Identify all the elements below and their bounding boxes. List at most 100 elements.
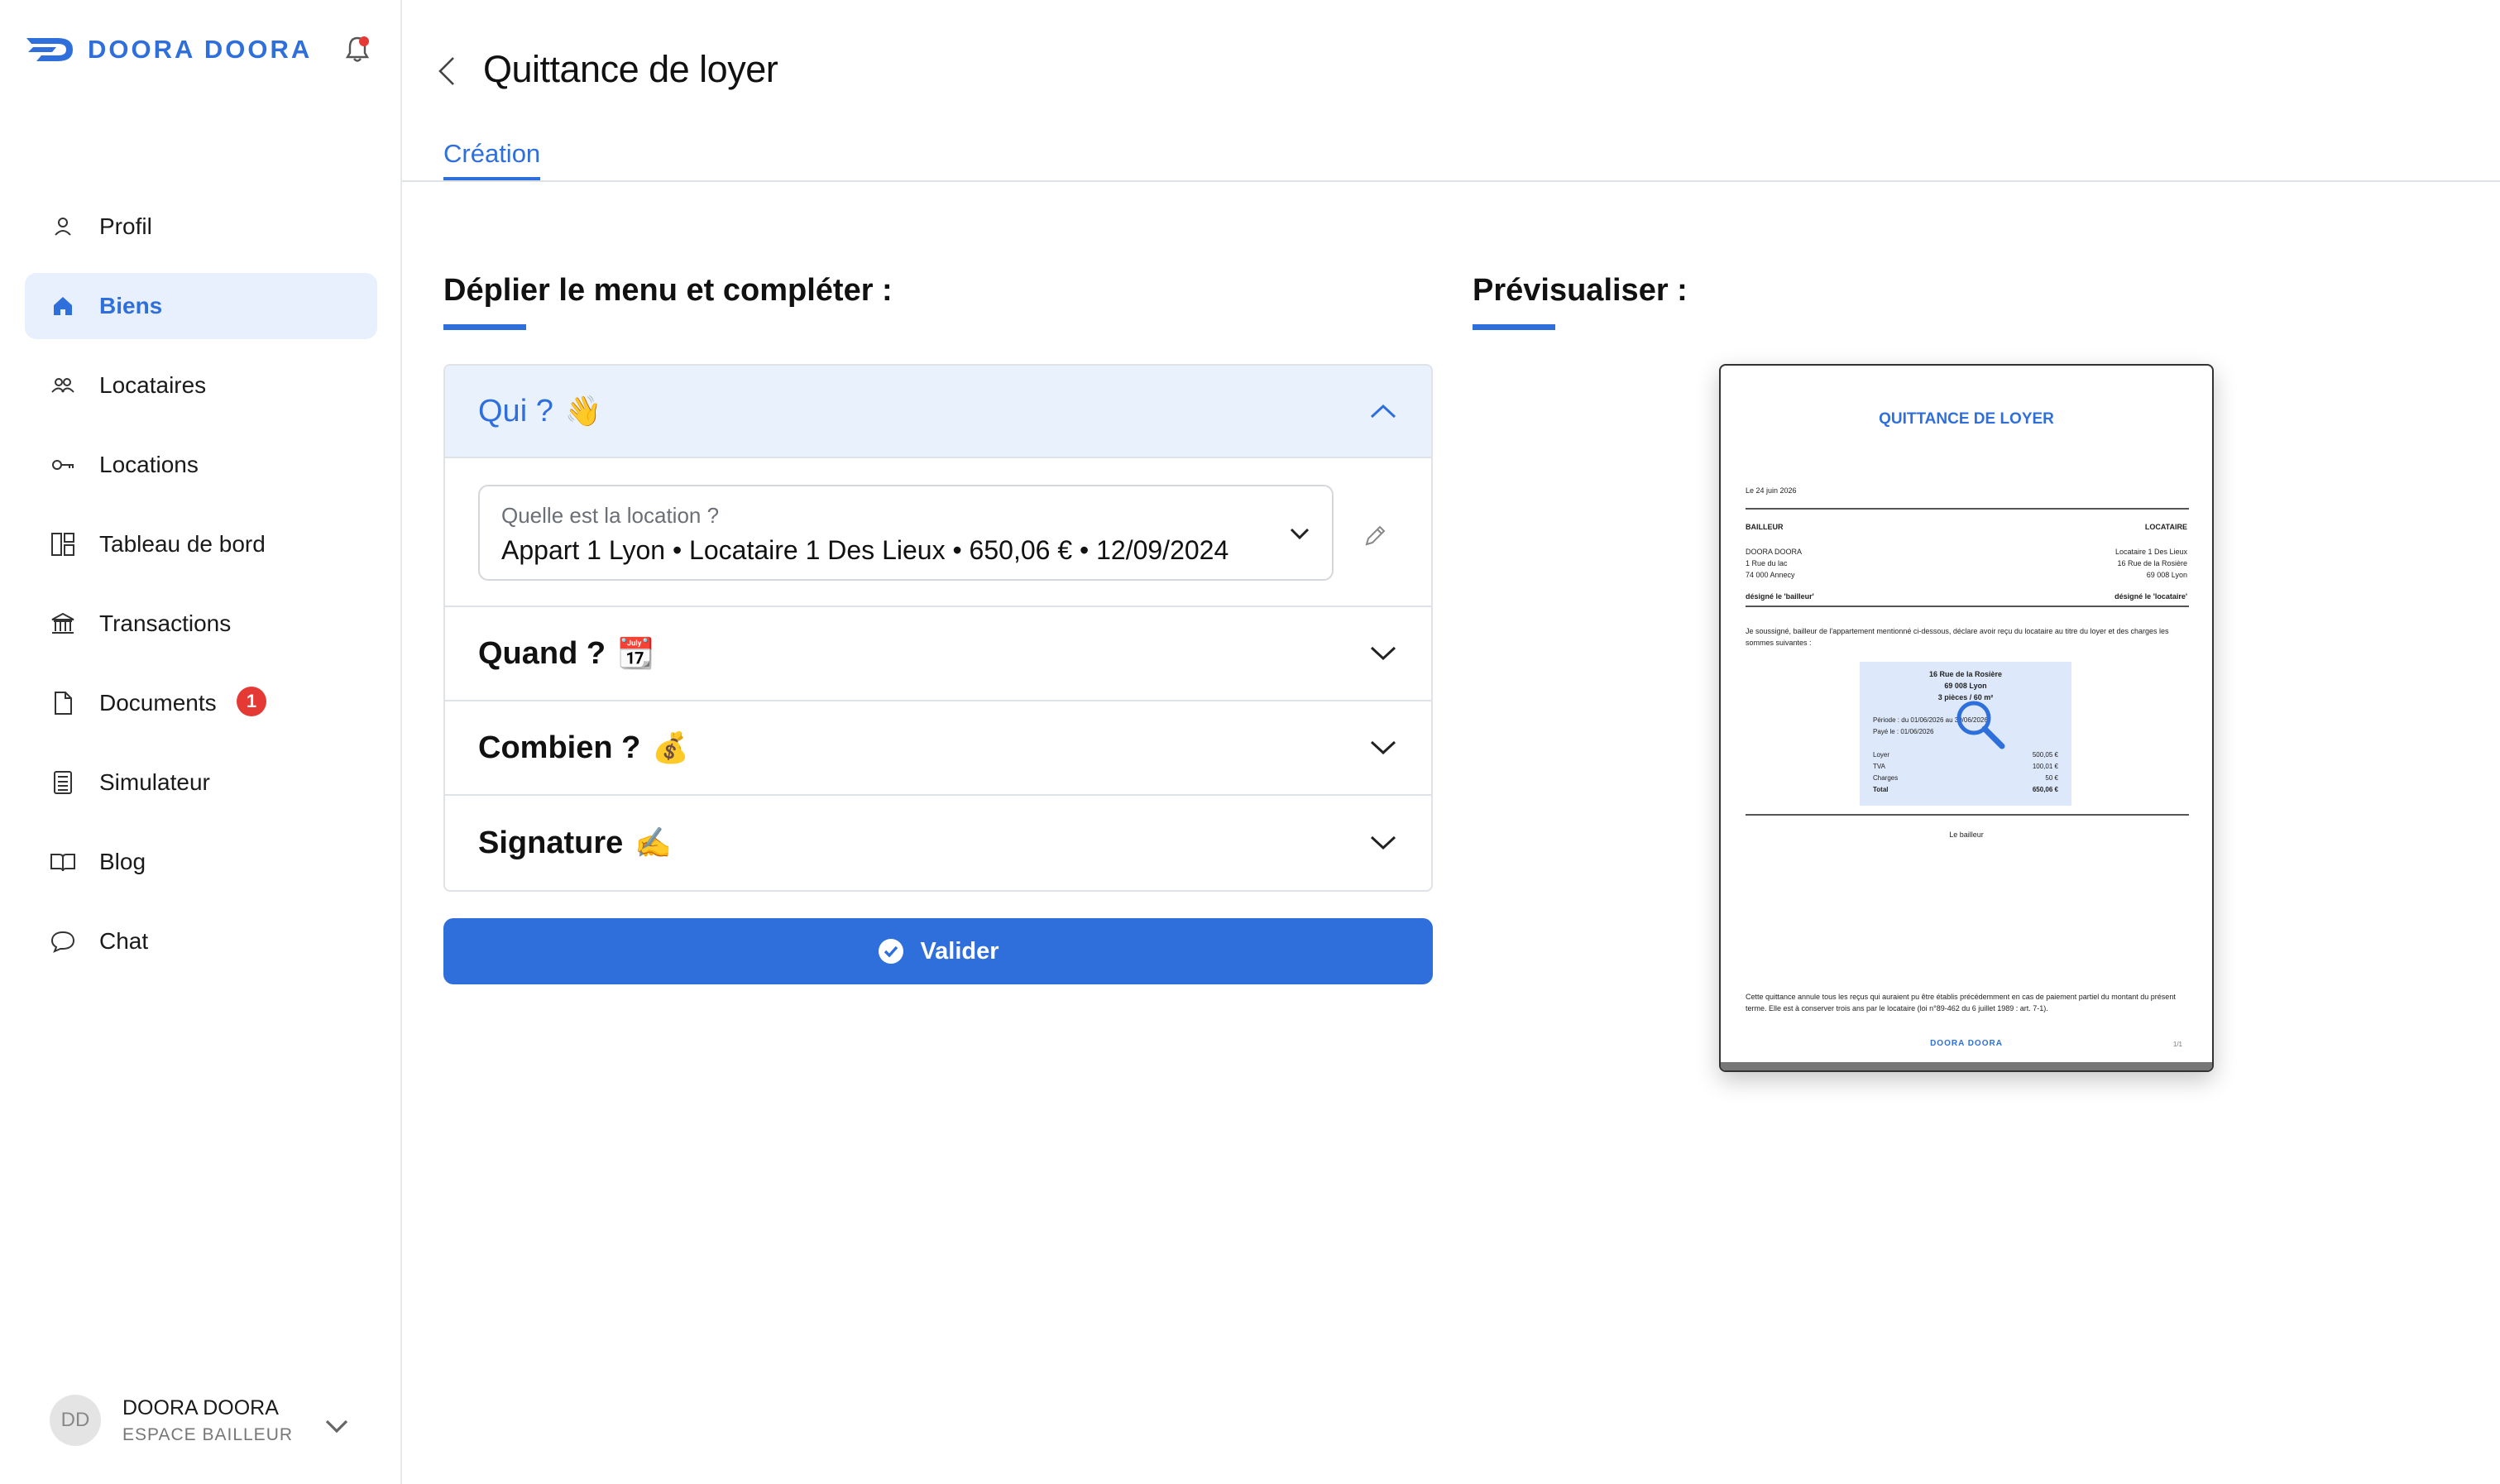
receipt-page-number: 1/1 [2172, 1041, 2182, 1048]
tab-bar: Création [402, 131, 2500, 182]
locataire-line: 16 Rue de la Rosière [2117, 559, 2187, 567]
chat-icon [48, 926, 78, 956]
amount-value: 650,06 € [2032, 786, 2058, 793]
sidebar: DOORA DOORA Profil Biens Locataires Loca… [0, 0, 402, 1484]
divider [1746, 814, 2189, 816]
sidebar-item-blog[interactable]: Blog [25, 829, 377, 895]
chevron-down-icon[interactable] [1368, 644, 1398, 663]
back-arrow-icon[interactable] [433, 53, 460, 89]
chevron-down-icon[interactable] [1368, 738, 1398, 758]
amount-value: 100,01 € [2032, 763, 2058, 770]
chevron-down-icon [1290, 528, 1310, 540]
form-accordion: Qui ? 👋 Quelle est la location ? Appart … [443, 364, 1433, 892]
sidebar-item-label: Documents [99, 690, 217, 716]
brand-name: DOORA DOORA [88, 35, 313, 64]
sidebar-item-label: Transactions [99, 610, 232, 636]
accordion-label: Quand ? [478, 635, 606, 671]
accordion-qui-body: Quelle est la location ? Appart 1 Lyon •… [445, 458, 1431, 607]
sidebar-item-label: Locataires [99, 372, 207, 398]
locataire-line: Locataire 1 Des Lieux [2114, 548, 2187, 556]
accordion-label: Signature [478, 825, 624, 860]
preview-section-underline [1473, 324, 1555, 330]
notification-bell-icon[interactable] [341, 33, 374, 66]
sidebar-item-locataires[interactable]: Locataires [25, 352, 377, 419]
amount-value: 50 € [2045, 774, 2058, 782]
sidebar-item-profil[interactable]: Profil [25, 194, 377, 260]
amount-label: Total [1873, 786, 1889, 793]
bailleur-line: 1 Rue du lac [1746, 559, 1788, 567]
location-select-label: Quelle est la location ? [501, 503, 720, 528]
user-role: ESPACE BAILLEUR [122, 1424, 294, 1444]
key-icon [48, 450, 78, 480]
accordion-qui[interactable]: Qui ? 👋 [445, 366, 1431, 458]
sidebar-item-locations[interactable]: Locations [25, 432, 377, 498]
sidebar-item-label: Chat [99, 928, 149, 954]
validate-button-label: Valider [920, 937, 999, 965]
sidebar-item-label: Simulateur [99, 769, 210, 795]
sidebar-item-label: Blog [99, 849, 146, 874]
brand[interactable]: DOORA DOORA [25, 33, 312, 66]
receipt-preview[interactable]: QUITTANCE DE LOYER Le 24 juin 2026 BAILL… [1719, 364, 2214, 1072]
accordion-signature[interactable]: Signature ✍️ [445, 796, 1431, 890]
bailleur-designation: désigné le 'bailleur' [1746, 592, 1814, 601]
bailleur-heading: BAILLEUR [1746, 523, 1784, 531]
receipt-paid-date: Payé le : 01/06/2026 [1873, 728, 1934, 735]
preview-section-title: Prévisualiser : [1473, 273, 1688, 308]
form-section-underline [443, 324, 526, 330]
bailleur-line: DOORA DOORA [1746, 548, 1803, 556]
locataire-heading: LOCATAIRE [2144, 523, 2187, 531]
sidebar-item-biens[interactable]: Biens [25, 273, 377, 339]
zoom-magnifier-icon[interactable] [1951, 695, 2009, 753]
receipt-title: QUITTANCE DE LOYER [1879, 410, 2054, 428]
locataire-line: 69 008 Lyon [2146, 571, 2187, 579]
sidebar-item-transactions[interactable]: Transactions [25, 591, 377, 657]
amount-value: 500,05 € [2032, 751, 2058, 759]
accordion-quand[interactable]: Quand ? 📆 [445, 607, 1431, 701]
tab-creation[interactable]: Création [443, 139, 541, 180]
user-account[interactable]: DD DOORA DOORA ESPACE BAILLEUR [50, 1395, 293, 1446]
chevron-up-icon[interactable] [1368, 401, 1398, 421]
divider [1746, 606, 2189, 607]
document-icon [48, 688, 78, 718]
sidebar-item-documents[interactable]: Documents 1 [25, 670, 377, 736]
accordion-combien[interactable]: Combien ? 💰 [445, 701, 1431, 796]
bailleur-line: 74 000 Annecy [1746, 571, 1795, 579]
people-icon [48, 371, 78, 400]
location-select[interactable]: Quelle est la location ? Appart 1 Lyon •… [478, 485, 1334, 581]
calendar-emoji-icon: 📆 [617, 636, 654, 670]
preview-footer-bar [1721, 1062, 2212, 1070]
location-select-value: Appart 1 Lyon • Locataire 1 Des Lieux • … [501, 535, 1229, 565]
locataire-designation: désigné le 'locataire' [2114, 592, 2187, 601]
user-name: DOORA DOORA [122, 1395, 279, 1419]
form-section-title: Déplier le menu et compléter : [443, 273, 893, 308]
chevron-down-icon[interactable] [323, 1416, 351, 1436]
sidebar-item-label: Biens [99, 293, 163, 318]
amount-label: Loyer [1873, 751, 1890, 759]
sidebar-item-label: Profil [99, 213, 152, 239]
sidebar-nav: Profil Biens Locataires Locations Tablea… [25, 194, 377, 988]
avatar: DD [50, 1395, 101, 1446]
user-icon [48, 212, 78, 242]
sidebar-item-tableau-de-bord[interactable]: Tableau de bord [25, 511, 377, 577]
divider [1746, 508, 2189, 510]
sidebar-item-simulateur[interactable]: Simulateur [25, 749, 377, 816]
property-line: 69 008 Lyon [1944, 682, 1987, 690]
amount-label: Charges [1873, 774, 1899, 782]
accordion-label: Combien ? [478, 730, 641, 765]
writing-hand-emoji-icon: ✍️ [635, 826, 673, 859]
accordion-label: Qui ? [478, 393, 553, 428]
money-bag-emoji-icon: 💰 [652, 730, 690, 764]
chevron-down-icon[interactable] [1368, 833, 1398, 853]
sidebar-item-chat[interactable]: Chat [25, 908, 377, 974]
notification-dot [359, 36, 369, 46]
receipt-logo: DOORA DOORA [1930, 1039, 2003, 1048]
signature-label: Le bailleur [1949, 831, 1984, 839]
page-title: Quittance de loyer [483, 48, 778, 90]
sidebar-item-label: Locations [99, 452, 199, 477]
dashboard-icon [48, 529, 78, 559]
receipt-date: Le 24 juin 2026 [1746, 486, 1797, 495]
property-line: 16 Rue de la Rosière [1928, 670, 2003, 678]
wave-emoji-icon: 👋 [564, 394, 602, 428]
validate-button[interactable]: Valider [443, 918, 1433, 984]
edit-pencil-icon[interactable] [1362, 523, 1388, 549]
